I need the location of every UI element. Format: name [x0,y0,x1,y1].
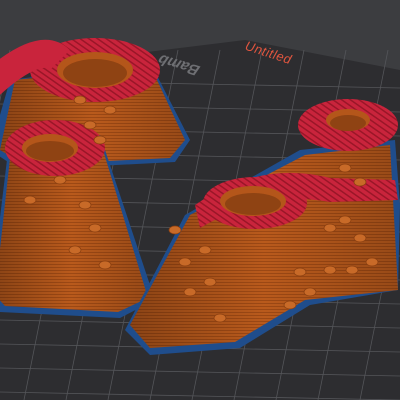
dimple [283,300,297,310]
print-preview-scene[interactable] [0,0,400,400]
dimple [338,163,352,173]
dimple [168,225,182,235]
dimple [78,200,92,210]
dimple [345,265,359,275]
dimple [178,257,192,267]
dimple [183,287,197,297]
dimple [323,265,337,275]
dimple [73,95,87,105]
dimple [338,215,352,225]
dimple [103,105,117,115]
dimple [365,257,379,267]
3d-viewport[interactable]: Untitled Bamb [0,0,400,400]
dimple [293,267,307,277]
dimple [198,245,212,255]
dimple [68,245,82,255]
dimple [98,260,112,270]
dimple [303,287,317,297]
dimple [83,120,97,130]
dimple [23,195,37,205]
dimple [213,313,227,323]
dimple [88,223,102,233]
dimple [353,177,367,187]
dimple [323,223,337,233]
dimple [203,277,217,287]
dimple [353,233,367,243]
dimple [53,175,67,185]
dimple [93,135,107,145]
